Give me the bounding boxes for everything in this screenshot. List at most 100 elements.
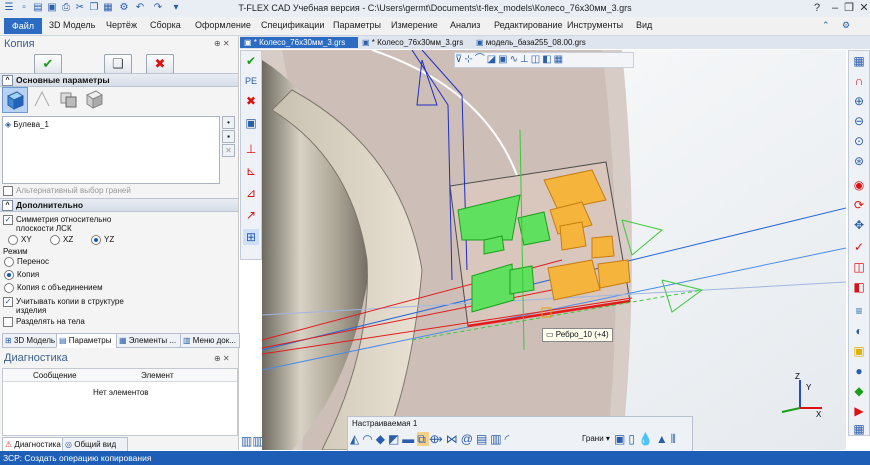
material-icon[interactable]: ▣ (851, 343, 867, 359)
mode-copy-merge[interactable]: Копия с объединением (4, 283, 103, 293)
mirror-icon[interactable]: ⋈ (446, 432, 461, 446)
zoom-in-icon[interactable]: ⊕ (851, 93, 867, 109)
orbit-icon[interactable]: ⟳ (851, 197, 867, 213)
3d-viewport[interactable]: ⊽⊹⌒◪▣∿⊥◫◧▦ ▭ Ребро_10 (+4) Z Y X (262, 50, 846, 450)
split-bodies-option[interactable]: Разделять на тела (3, 317, 85, 327)
tab-overview[interactable]: ◎ Общий вид (62, 437, 128, 452)
render-icon[interactable]: ◧ (851, 279, 867, 295)
help-icon[interactable]: ? (808, 1, 826, 15)
menu-3d-model[interactable]: 3D Модель (49, 20, 95, 30)
column-message[interactable]: Сообщение (33, 371, 77, 380)
list-add-button[interactable]: • (222, 116, 235, 129)
filter-lcs-icon[interactable]: ⊥ (520, 54, 531, 65)
light-icon[interactable]: ◐ (851, 323, 867, 339)
align-icon[interactable]: ≡ (851, 303, 867, 319)
filter-curves-icon[interactable]: ∿ (510, 54, 520, 65)
symmetry-plane-icon[interactable]: ⊞ (243, 229, 259, 245)
filter-bodies-icon[interactable]: ▣ (498, 54, 509, 65)
view-window-icon[interactable]: ▦ (851, 53, 867, 69)
menu-formatting[interactable]: Оформление (195, 20, 251, 30)
grid-icon[interactable]: ▦ (851, 421, 867, 437)
select-end-point-icon[interactable]: ⊿ (243, 185, 259, 201)
cancel-button[interactable]: ✖ (146, 54, 174, 74)
doc-tab-3[interactable]: ▣ модель_база255_08.00.grs (472, 37, 590, 48)
account-copies-checkbox[interactable]: ✓ (3, 297, 13, 307)
plane-xy[interactable]: XY (8, 235, 32, 245)
doc-tab-active[interactable]: ▣ * Колесо_76x30мм_3.grs (240, 37, 358, 48)
list-select-button[interactable]: ▪ (222, 130, 235, 143)
zoom-out-icon[interactable]: ⊖ (851, 113, 867, 129)
zoom-all-icon[interactable]: ⊛ (851, 153, 867, 169)
cube-icon[interactable]: ▣ (614, 432, 628, 446)
select-start-point-icon[interactable]: ⊾ (243, 163, 259, 179)
fillet-icon[interactable]: ◜ (505, 432, 513, 446)
tab-elements[interactable]: ▦ Элементы ... (116, 333, 182, 348)
select-faces-mode[interactable] (56, 87, 80, 111)
column-element[interactable]: Элемент (141, 371, 174, 380)
menu-tools[interactable]: Инструменты (567, 20, 623, 30)
mode-copy-merge-radio[interactable] (4, 283, 14, 293)
more-icon[interactable]: ⫴ (671, 432, 679, 446)
filter-sketch-icon[interactable]: ◧ (542, 54, 553, 65)
close-window-button[interactable]: ✕ (855, 1, 870, 15)
spiral-icon[interactable]: @ (461, 432, 476, 446)
tab-3d-model[interactable]: ⊞ 3D Модель (2, 333, 58, 348)
drop-icon[interactable]: 💧 (638, 432, 656, 446)
tab-parameters[interactable]: ▤ Параметры (56, 333, 118, 348)
mode-copy[interactable]: Копия (4, 270, 39, 280)
sphere-icon[interactable]: ● (851, 363, 867, 379)
apply-icon[interactable]: ✔ (243, 53, 259, 69)
list-remove-button[interactable]: ✕ (222, 144, 235, 157)
plane-xz[interactable]: XZ (50, 235, 73, 245)
selection-filter-toolbar[interactable]: ⊽⊹⌒◪▣∿⊥◫◧▦ (454, 52, 634, 68)
camera-icon[interactable]: ◉ (851, 177, 867, 193)
menu-view[interactable]: Вид (636, 20, 652, 30)
select-solid-mode[interactable] (82, 87, 106, 111)
extrude-icon[interactable]: ◭ (350, 432, 362, 446)
check-icon[interactable]: ✓ (851, 239, 867, 255)
pan-icon[interactable]: ✥ (851, 217, 867, 233)
filter-ops-icon[interactable]: ◫ (531, 54, 542, 65)
select-vector-icon[interactable]: ↗ (243, 207, 259, 223)
filter-all-icon[interactable]: ▦ (554, 54, 565, 65)
preview-button[interactable]: ❏ (104, 54, 132, 74)
alt-face-selection[interactable]: Альтернативный выбор граней (3, 186, 131, 196)
magnet-icon[interactable]: ∩ (851, 73, 867, 89)
settings-icon[interactable]: ⚙ (842, 20, 850, 31)
sweep-icon[interactable]: ◆ (376, 432, 388, 446)
cylinder-icon[interactable]: ▯ (628, 432, 638, 446)
selected-objects-list[interactable]: ◈ Булева_1 (2, 116, 220, 184)
list-item[interactable]: ◈ Булева_1 (5, 120, 49, 129)
menu-editing[interactable]: Редактирование (494, 20, 563, 30)
account-copies-option[interactable]: ✓ Учитывать копии в структуре изделия (3, 297, 153, 315)
panel-pin-icon[interactable]: ⊕ ✕ (214, 39, 230, 48)
copy-op-icon[interactable]: ⧉ (417, 432, 429, 446)
menu-analysis[interactable]: Анализ (450, 20, 480, 30)
plane-yz[interactable]: YZ (91, 235, 114, 245)
section-extra[interactable]: ^ Дополнительно (0, 198, 238, 212)
faces-dropdown[interactable]: Грани ▾ (582, 434, 610, 443)
shell-icon[interactable]: ▥ (490, 432, 504, 446)
parameters-window-icon[interactable]: PE (243, 73, 259, 89)
color-icon[interactable]: ◆ (851, 383, 867, 399)
next-icon[interactable]: ▶ (851, 403, 867, 419)
section-main-params[interactable]: ^ Основные параметры (0, 73, 238, 87)
cancel-operation-icon[interactable]: ✖ (243, 93, 259, 109)
ribbon-toggle-icon[interactable]: ⌃ (822, 20, 830, 31)
select-lcs-icon[interactable]: ⊥ (243, 141, 259, 157)
plane-yz-radio[interactable] (91, 235, 101, 245)
filter-faces-icon[interactable]: ◪ (487, 54, 498, 65)
mode-copy-radio[interactable] (4, 270, 14, 280)
cone-icon[interactable]: ▲ (656, 432, 671, 446)
menu-measurement[interactable]: Измерение (391, 20, 438, 30)
menu-drawing[interactable]: Чертёж (106, 20, 137, 30)
select-edges-mode[interactable] (30, 87, 54, 111)
menu-assembly[interactable]: Сборка (150, 20, 181, 30)
menu-parameters[interactable]: Параметры (333, 20, 381, 30)
split-bodies-checkbox[interactable] (3, 317, 13, 327)
symmetry-option[interactable]: ✓ Симметрия относительно плоскости ЛСК (3, 215, 143, 233)
tab-diagnostics[interactable]: ⚠ Диагностика (2, 437, 64, 452)
select-bodies-mode[interactable] (2, 87, 28, 113)
filter-edges-icon[interactable]: ⌒ (475, 54, 487, 65)
ok-button[interactable]: ✔ (34, 54, 62, 74)
